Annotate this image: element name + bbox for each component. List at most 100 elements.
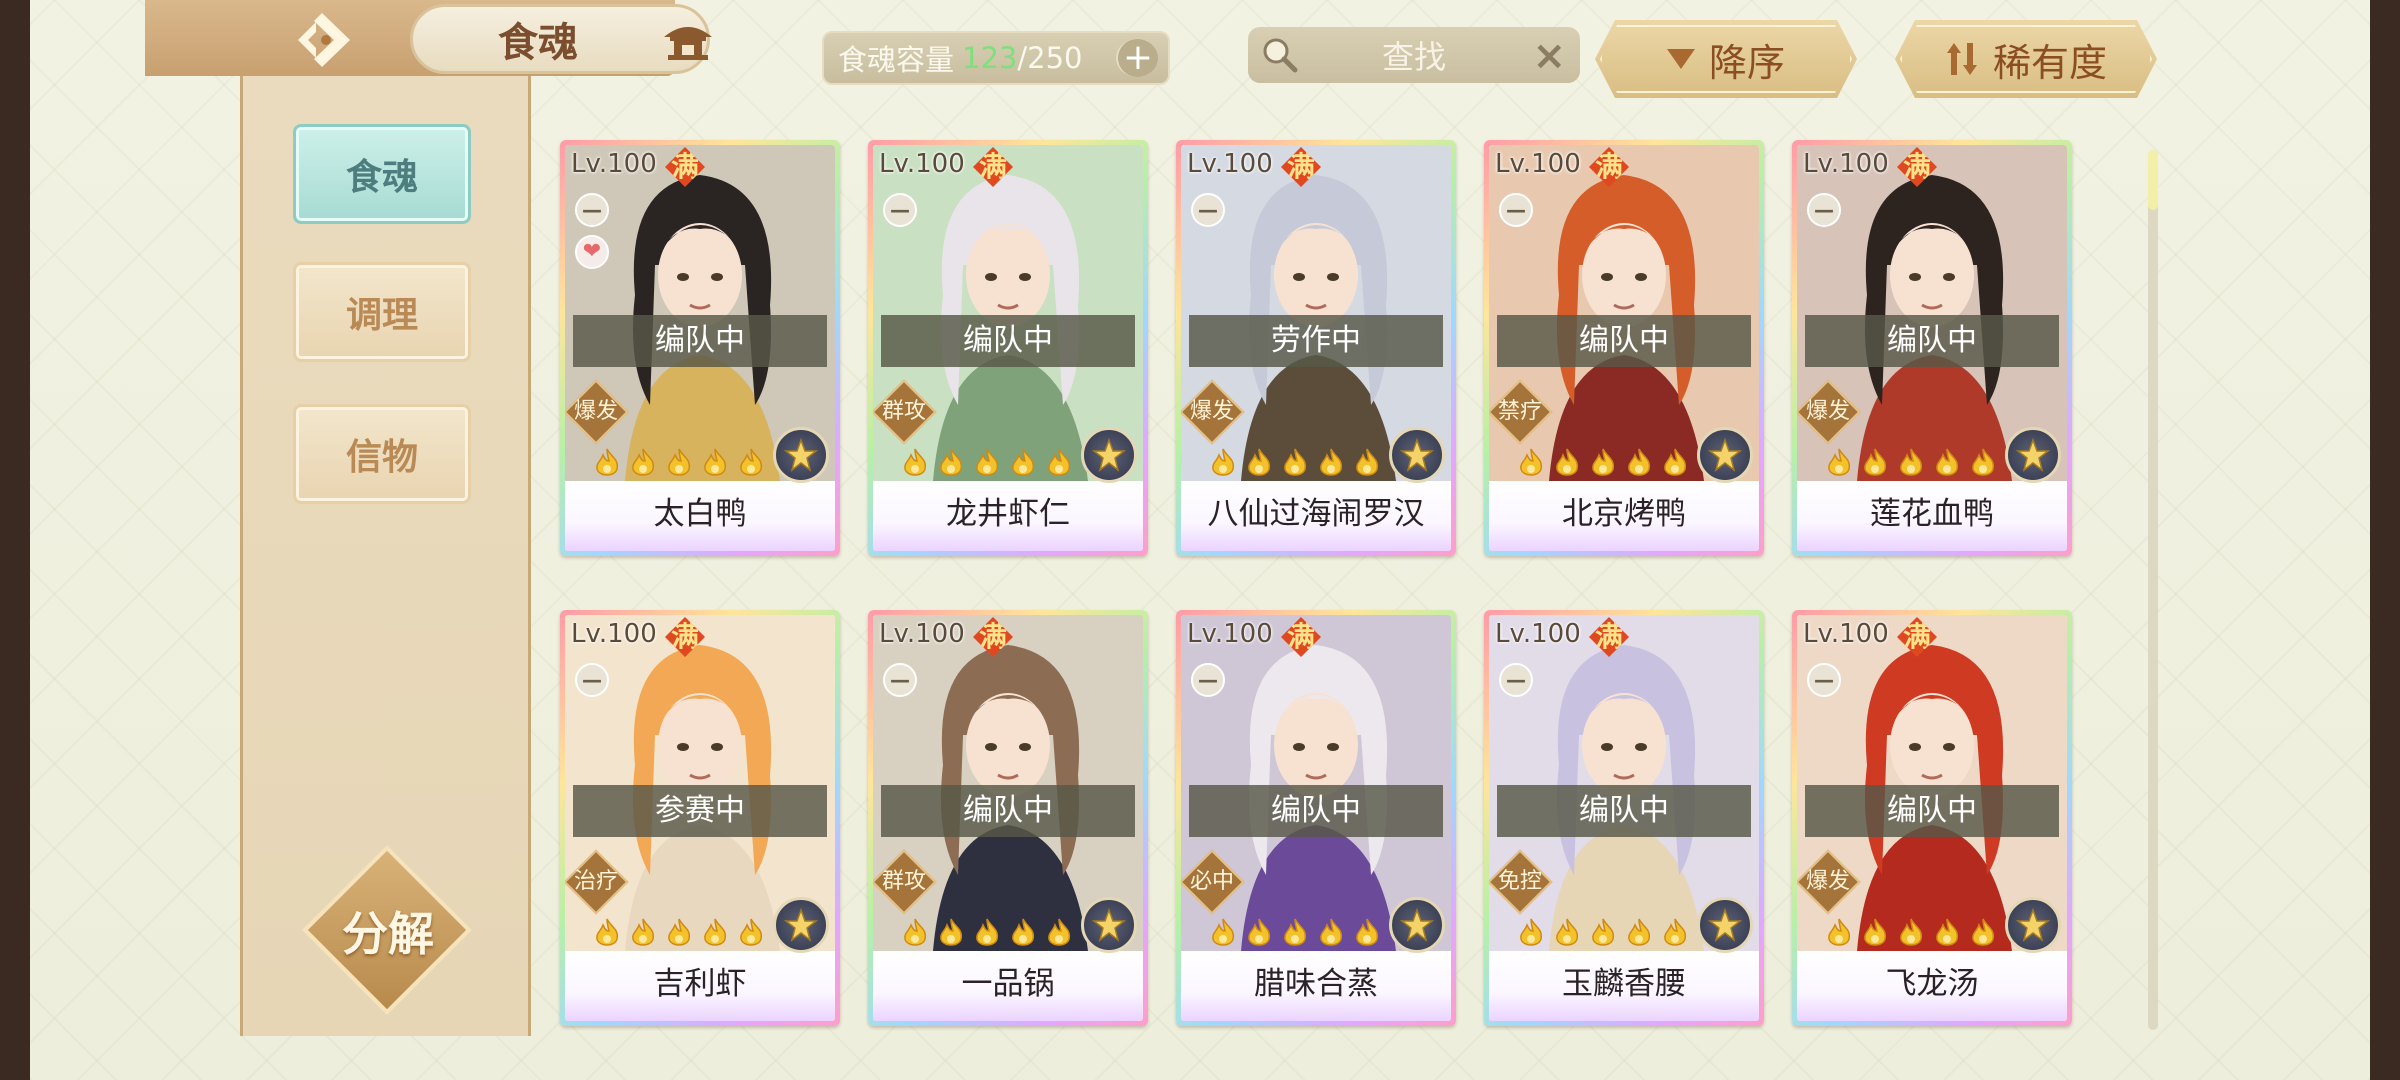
sidebar-item-seasoning[interactable]: 调理	[293, 262, 471, 362]
role-label: 爆发	[573, 399, 618, 424]
emote-icon[interactable]: —	[883, 663, 917, 697]
card-status: 参赛中	[573, 785, 827, 837]
home-pavilion-icon	[664, 27, 712, 60]
flame-star-icon	[1315, 917, 1347, 949]
device-frame-left	[0, 0, 30, 1080]
add-capacity-button[interactable]: +	[1116, 39, 1158, 77]
capacity-used: 123	[962, 41, 1018, 75]
role-label: 免控	[1497, 869, 1542, 894]
flame-star-icon	[1243, 447, 1275, 479]
role-label: 爆发	[1805, 869, 1850, 894]
food-soul-card[interactable]: Lv.100 满 — 编队中 免控 玉麟香腰	[1484, 610, 1764, 1026]
food-soul-card[interactable]: Lv.100 满 — ❤ 编队中 爆发 太白鸭	[560, 140, 840, 556]
sidebar-item-tokens[interactable]: 信物	[293, 404, 471, 504]
sidebar-item-label: 调理	[345, 294, 418, 336]
flame-star-icon	[899, 447, 931, 479]
emote-icon[interactable]: —	[1499, 663, 1533, 697]
food-soul-card[interactable]: Lv.100 满 — 编队中 爆发 莲花血鸭	[1792, 140, 2072, 556]
flame-star-icon	[1315, 447, 1347, 479]
flower-emblem-icon	[773, 427, 829, 483]
home-button[interactable]	[650, 10, 726, 70]
card-level: Lv.100	[571, 149, 657, 179]
flame-star-icon	[591, 917, 623, 949]
page-title-text: 食魂	[498, 19, 578, 66]
card-name: 龙井虾仁	[946, 496, 1070, 532]
triangle-down-icon	[1667, 49, 1695, 69]
flame-star-icon	[1243, 917, 1275, 949]
food-soul-card[interactable]: Lv.100 满 — 编队中 群攻 一品锅	[868, 610, 1148, 1026]
close-x-icon[interactable]: ×	[1532, 33, 1566, 79]
card-level: Lv.100	[879, 619, 965, 649]
card-status: 编队中	[573, 315, 827, 367]
flame-star-icon	[971, 917, 1003, 949]
food-soul-card[interactable]: Lv.100 满 — 编队中 爆发 飞龙汤	[1792, 610, 2072, 1026]
back-button[interactable]	[275, 8, 371, 72]
card-level: Lv.100	[1495, 619, 1581, 649]
star-rating	[591, 917, 767, 949]
emote-icon[interactable]: —	[883, 193, 917, 227]
flower-emblem-icon	[2005, 427, 2061, 483]
card-status: 编队中	[1805, 315, 2059, 367]
flame-star-icon	[1623, 917, 1655, 949]
sort-by-button[interactable]: 稀有度	[1895, 20, 2157, 98]
flame-star-icon	[1931, 917, 1963, 949]
back-arrow-icon	[298, 13, 350, 67]
food-soul-grid: Lv.100 满 — ❤ 编队中 爆发 太白鸭 Lv.100 满 — 编队中 群攻 龙井虾仁 Lv.100…	[560, 140, 2110, 1030]
flower-emblem-icon	[1389, 897, 1445, 953]
emote-icon[interactable]: —	[575, 663, 609, 697]
device-frame-right	[2370, 0, 2400, 1080]
card-body: Lv.100 满 — 编队中 群攻 一品锅	[873, 615, 1143, 1021]
flame-star-icon	[699, 917, 731, 949]
flame-star-icon	[1551, 447, 1583, 479]
scrollbar-thumb[interactable]	[2148, 150, 2158, 210]
card-body: Lv.100 满 — 编队中 爆发 莲花血鸭	[1797, 145, 2067, 551]
card-name: 太白鸭	[653, 496, 747, 532]
star-rating	[1823, 447, 1999, 479]
card-name: 八仙过海闹罗汉	[1207, 496, 1425, 532]
food-soul-card[interactable]: Lv.100 满 — 参赛中 治疗 吉利虾	[560, 610, 840, 1026]
emote-icon[interactable]: —	[1807, 663, 1841, 697]
role-tag: 爆发	[1797, 379, 1861, 445]
food-soul-card[interactable]: Lv.100 满 — 编队中 必中 腊味合蒸	[1176, 610, 1456, 1026]
flame-star-icon	[591, 447, 623, 479]
emote-icon[interactable]: —	[1191, 663, 1225, 697]
food-soul-card[interactable]: Lv.100 满 — 劳作中 爆发 八仙过海闹罗汉	[1176, 140, 1456, 556]
card-body: Lv.100 满 — 编队中 禁疗 北京烤鸭	[1489, 145, 1759, 551]
food-soul-card[interactable]: Lv.100 满 — 编队中 禁疗 北京烤鸭	[1484, 140, 1764, 556]
search-placeholder: 查找	[1381, 38, 1446, 76]
role-label: 治疗	[573, 869, 618, 894]
flame-star-icon	[735, 447, 767, 479]
sidebar-item-food-souls[interactable]: 食魂	[293, 124, 471, 224]
role-tag: 免控	[1489, 849, 1553, 915]
card-body: Lv.100 满 — 参赛中 治疗 吉利虾	[565, 615, 835, 1021]
emote-icon[interactable]: —	[1807, 193, 1841, 227]
sidebar-item-label: 食魂	[345, 156, 418, 198]
card-level: Lv.100	[1187, 619, 1273, 649]
emote-icon[interactable]: —	[1191, 193, 1225, 227]
flame-star-icon	[1043, 447, 1075, 479]
decompose-button[interactable]: 分解	[302, 845, 472, 1015]
decompose-label: 分解	[342, 907, 434, 961]
capacity-separator: /	[1017, 41, 1028, 75]
role-tag: 爆发	[1797, 849, 1861, 915]
game-screen: 食魂 食魂容量 123 / 250 + 查找 × 降序 稀有度 食魂 调理 信物…	[30, 0, 2370, 1080]
card-name: 腊味合蒸	[1254, 966, 1378, 1002]
card-body: Lv.100 满 — ❤ 编队中 爆发 太白鸭	[565, 145, 835, 551]
search-input[interactable]: 查找 ×	[1248, 27, 1580, 83]
flower-emblem-icon	[1697, 897, 1753, 953]
flame-star-icon	[663, 447, 695, 479]
food-soul-card[interactable]: Lv.100 满 — 编队中 群攻 龙井虾仁	[868, 140, 1148, 556]
flower-emblem-icon	[1389, 427, 1445, 483]
flame-star-icon	[1623, 447, 1655, 479]
sort-order-button[interactable]: 降序	[1595, 20, 1857, 98]
card-name: 吉利虾	[653, 966, 747, 1002]
heart-icon[interactable]: ❤	[575, 235, 609, 269]
flower-emblem-icon	[2005, 897, 2061, 953]
flame-star-icon	[1351, 447, 1383, 479]
role-label: 爆发	[1805, 399, 1850, 424]
card-body: Lv.100 满 — 编队中 爆发 飞龙汤	[1797, 615, 2067, 1021]
emote-icon[interactable]: —	[1499, 193, 1533, 227]
flame-star-icon	[935, 447, 967, 479]
scrollbar[interactable]	[2148, 150, 2158, 1030]
emote-icon[interactable]: —	[575, 193, 609, 227]
